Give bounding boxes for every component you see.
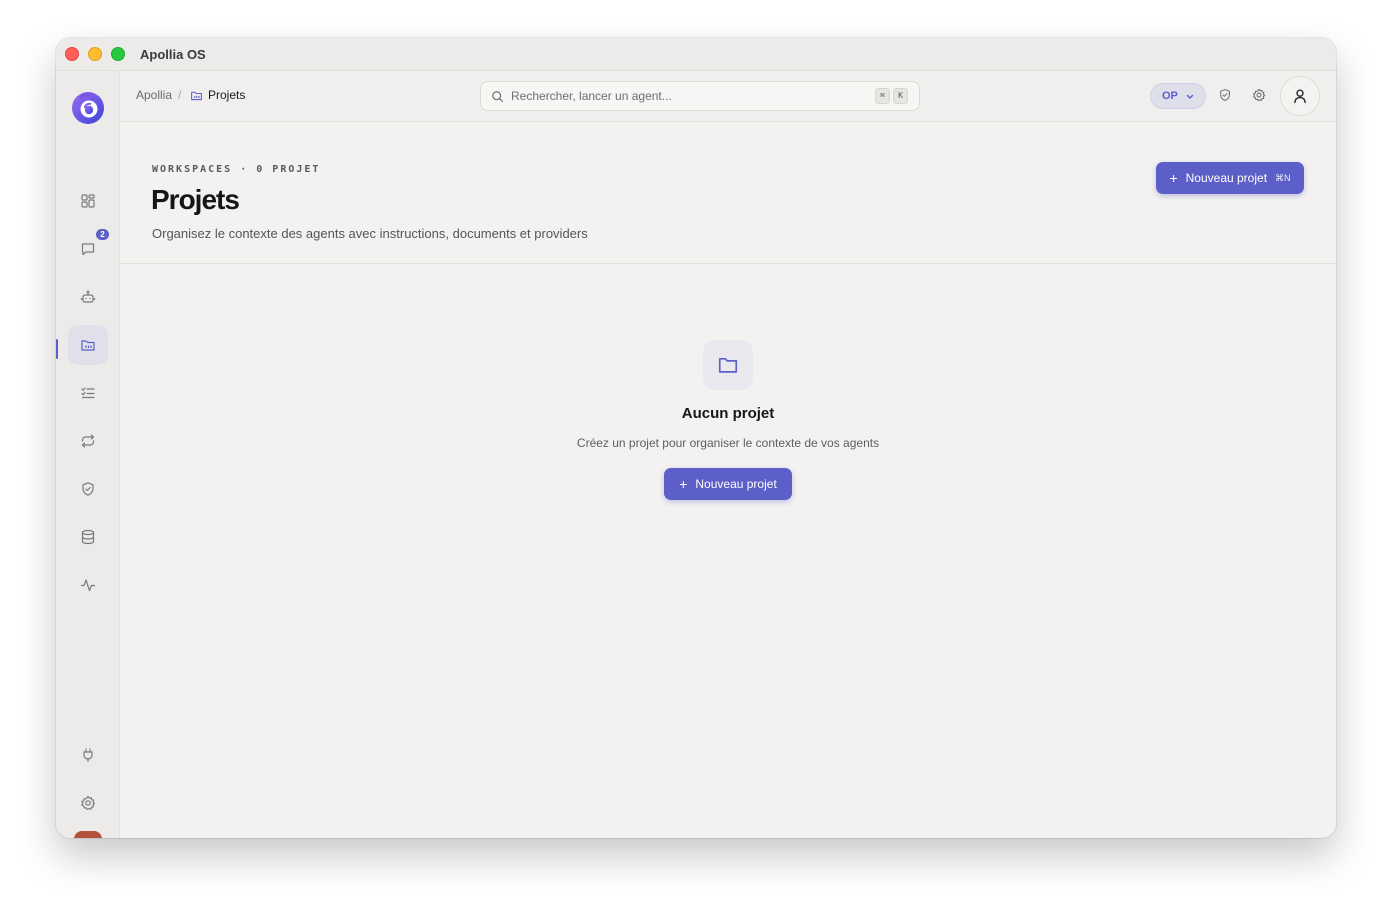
chevron-down-icon <box>1186 94 1194 99</box>
sidebar-item-workflows[interactable] <box>68 421 108 461</box>
sidebar: 2 <box>56 71 120 838</box>
breadcrumb-separator: / <box>178 88 182 102</box>
sidebar-item-dashboard[interactable] <box>68 181 108 221</box>
new-project-button[interactable]: + Nouveau projet ⌘N <box>1156 162 1304 194</box>
repeat-icon <box>81 434 95 448</box>
breadcrumb-current: Projets <box>208 88 246 102</box>
sidebar-item-integrations[interactable] <box>68 735 108 775</box>
page-subtitle: Organisez le contexte des agents avec in… <box>152 226 588 241</box>
grid-icon <box>81 194 95 208</box>
sidebar-item-activity[interactable] <box>68 565 108 605</box>
page-header: WORKSPACES · 0 PROJET Projets Organisez … <box>120 122 1336 264</box>
main-content: WORKSPACES · 0 PROJET Projets Organisez … <box>120 122 1336 838</box>
app-logo-icon[interactable] <box>70 89 106 125</box>
new-project-shortcut: ⌘N <box>1275 172 1291 183</box>
close-window-button[interactable] <box>65 47 79 61</box>
search-icon <box>492 91 503 102</box>
plus-icon: + <box>1169 170 1178 186</box>
sidebar-item-data[interactable] <box>68 517 108 557</box>
user-icon <box>1294 89 1306 104</box>
workspace-selector[interactable]: OP <box>1150 83 1206 109</box>
breadcrumb-root[interactable]: Apollia <box>136 88 172 102</box>
sidebar-item-agents[interactable] <box>68 277 108 317</box>
plug-icon <box>83 748 93 763</box>
active-indicator <box>56 339 58 359</box>
plus-icon: + <box>679 476 688 492</box>
shortcut-key-command: ⌘ <box>875 88 890 104</box>
sidebar-item-settings[interactable] <box>68 783 108 823</box>
chat-unread-badge: 2 <box>96 229 109 240</box>
checklist-icon <box>81 387 95 399</box>
sidebar-item-security[interactable] <box>68 469 108 509</box>
shield-check-icon[interactable] <box>1218 88 1232 102</box>
bot-icon <box>80 290 96 303</box>
new-project-button-label: Nouveau projet <box>1185 171 1268 185</box>
empty-state-button-label: Nouveau projet <box>695 477 777 491</box>
page-eyebrow: WORKSPACES · 0 PROJET <box>152 164 321 175</box>
search-input[interactable] <box>511 82 861 110</box>
sidebar-item-projects[interactable] <box>68 325 108 365</box>
folder-icon <box>191 91 202 101</box>
gear-icon[interactable] <box>1252 88 1266 102</box>
empty-state-new-project-button[interactable]: + Nouveau projet <box>664 468 792 500</box>
database-icon <box>81 529 95 545</box>
shortcut-key-k: K <box>893 88 908 104</box>
top-bar: Apollia / Projets ⌘ K OP <box>120 71 1336 122</box>
workspace-badge-label: OP <box>1162 90 1178 102</box>
profile-button[interactable] <box>1280 76 1320 116</box>
search-bar[interactable]: ⌘ K <box>480 81 920 111</box>
activity-icon <box>80 579 96 592</box>
empty-state-description: Créez un projet pour organiser le contex… <box>576 436 880 450</box>
sidebar-item-tasks[interactable] <box>68 373 108 413</box>
minimize-window-button[interactable] <box>88 47 102 61</box>
user-avatar[interactable]: NZ <box>74 831 102 838</box>
shield-check-icon <box>82 482 94 496</box>
gear-icon <box>81 795 96 811</box>
message-icon <box>81 243 95 256</box>
maximize-window-button[interactable] <box>111 47 125 61</box>
folder-icon <box>81 340 95 351</box>
window-title: Apollia OS <box>140 47 206 62</box>
title-bar: Apollia OS <box>56 38 1336 71</box>
folder-icon <box>718 357 738 373</box>
page-title: Projets <box>151 184 240 215</box>
app-window: Apollia OS 2 Apollia / Projets Recherche… <box>56 38 1336 838</box>
empty-state-title: Aucun projet <box>681 405 775 422</box>
empty-state-icon-box <box>703 340 753 390</box>
